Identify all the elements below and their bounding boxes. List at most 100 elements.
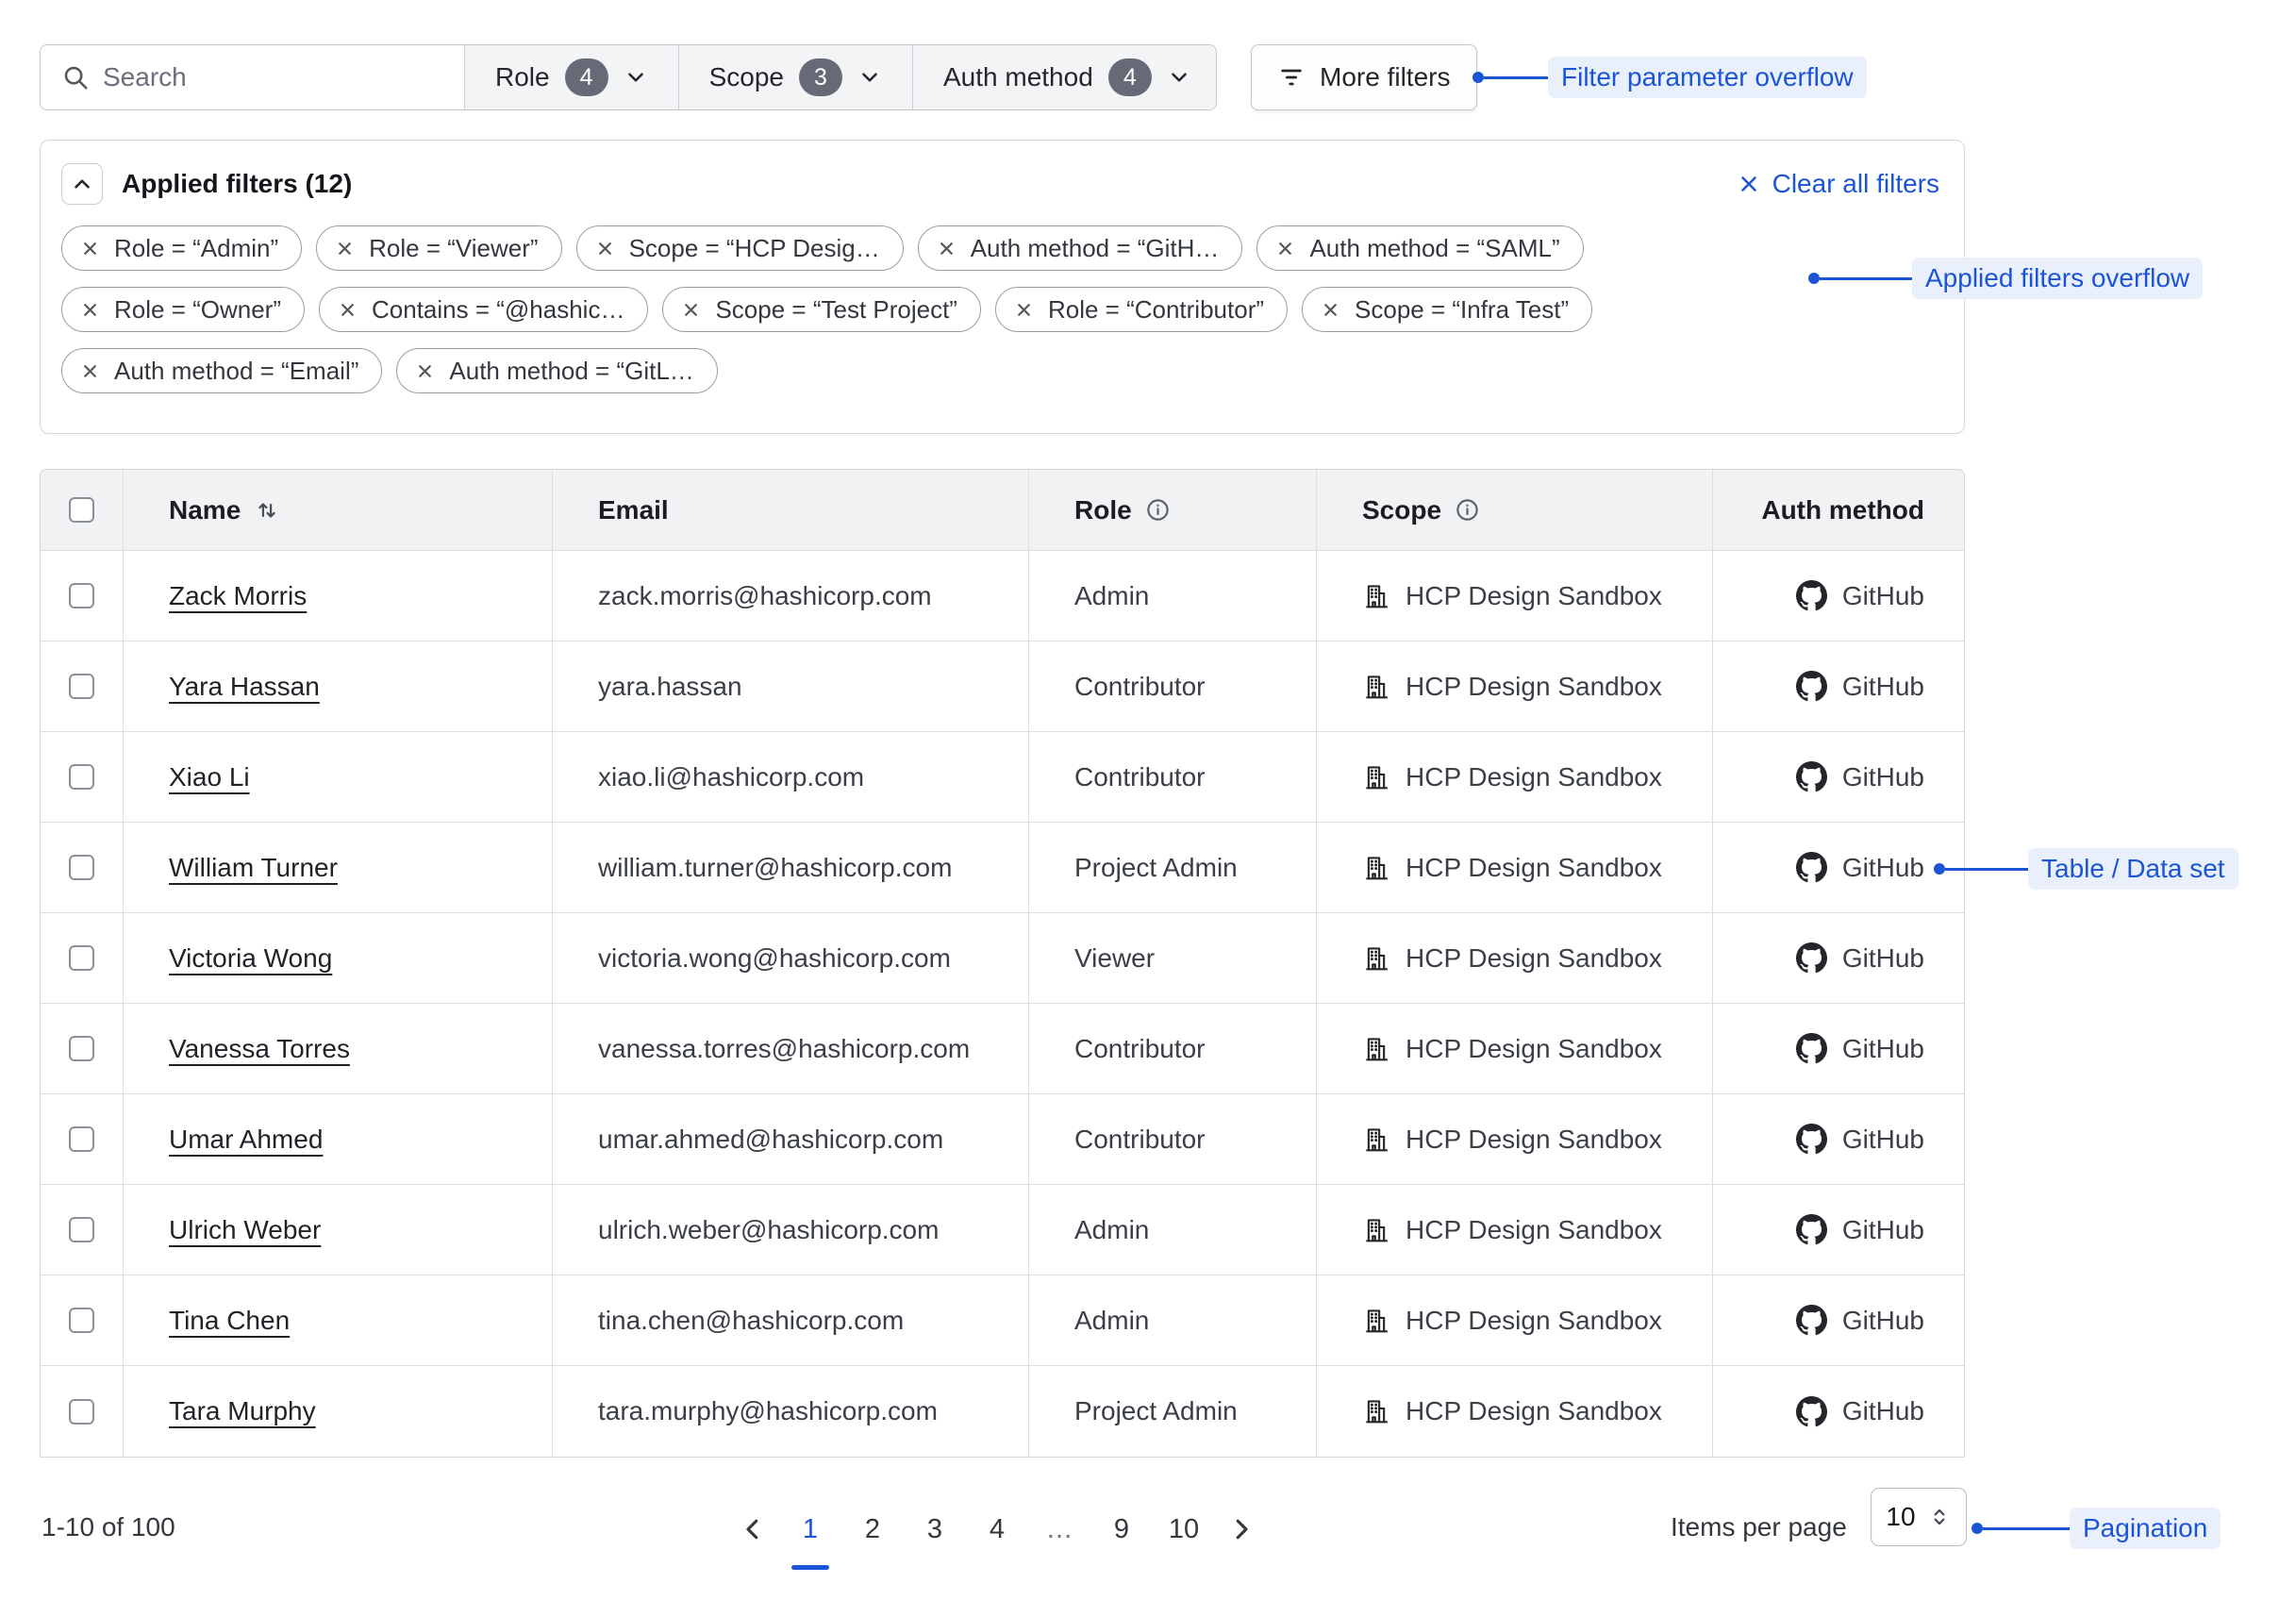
- filter-chip[interactable]: Role = “Viewer”: [316, 225, 561, 271]
- annotation-dot: [1934, 863, 1945, 875]
- page-button[interactable]: 3: [908, 1500, 961, 1558]
- table-row: Xiao Li xiao.li@hashicorp.com Contributo…: [41, 732, 1964, 823]
- filter-chip[interactable]: Scope = “HCP Desig…: [576, 225, 904, 271]
- sort-arrows-icon[interactable]: [254, 497, 280, 524]
- email-cell: victoria.wong@hashicorp.com: [553, 913, 1029, 1004]
- page-button[interactable]: 2: [846, 1500, 899, 1558]
- email-cell: tina.chen@hashicorp.com: [553, 1275, 1029, 1366]
- role-value: Admin: [1074, 581, 1149, 611]
- column-header-role[interactable]: Role: [1029, 470, 1317, 551]
- name-cell: William Turner: [124, 823, 553, 913]
- row-select-cell: [41, 1366, 124, 1457]
- column-header-auth-method[interactable]: Auth method: [1713, 470, 1964, 551]
- annotation-dot: [1972, 1523, 1983, 1534]
- org-building-icon: [1362, 944, 1390, 973]
- close-icon[interactable]: [338, 300, 358, 320]
- user-name-link[interactable]: Yara Hassan: [169, 672, 320, 702]
- filter-chip-label: Scope = “Test Project”: [715, 295, 957, 325]
- chevron-down-icon: [1167, 65, 1191, 90]
- row-checkbox[interactable]: [69, 1217, 94, 1242]
- github-icon: [1796, 1396, 1827, 1427]
- column-header-name[interactable]: Name: [124, 470, 553, 551]
- table-row: Tina Chen tina.chen@hashicorp.com Admin: [41, 1275, 1964, 1366]
- row-checkbox[interactable]: [69, 674, 94, 699]
- row-select-cell: [41, 1275, 124, 1366]
- applied-filters-header: Applied filters (12) Clear all filters: [41, 141, 1964, 205]
- user-name-link[interactable]: Umar Ahmed: [169, 1125, 323, 1155]
- page-button[interactable]: 10: [1157, 1500, 1210, 1558]
- close-icon[interactable]: [80, 239, 100, 258]
- filter-chip[interactable]: Role = “Contributor”: [995, 287, 1288, 332]
- user-name-link[interactable]: Victoria Wong: [169, 943, 332, 974]
- previous-page-button[interactable]: [731, 1500, 774, 1558]
- org-building-icon: [1362, 582, 1390, 610]
- filter-chip[interactable]: Auth method = “Email”: [61, 348, 382, 393]
- filter-chip-label: Auth method = “SAML”: [1309, 234, 1559, 263]
- close-icon[interactable]: [80, 361, 100, 381]
- column-header-scope[interactable]: Scope: [1317, 470, 1713, 551]
- items-per-page-select[interactable]: 10: [1871, 1488, 1967, 1546]
- close-icon[interactable]: [595, 239, 615, 258]
- scope-value: HCP Design Sandbox: [1406, 762, 1662, 792]
- close-icon[interactable]: [1275, 239, 1295, 258]
- row-checkbox[interactable]: [69, 1036, 94, 1061]
- row-checkbox[interactable]: [69, 1308, 94, 1333]
- search-field[interactable]: [41, 45, 464, 109]
- filter-chip-label: Contains = “@hashic…: [372, 295, 624, 325]
- search-input[interactable]: [103, 62, 443, 92]
- filter-chip[interactable]: Role = “Admin”: [61, 225, 302, 271]
- page-button[interactable]: 4: [971, 1500, 1023, 1558]
- close-icon[interactable]: [937, 239, 957, 258]
- select-all-checkbox[interactable]: [69, 497, 94, 523]
- info-icon[interactable]: [1145, 497, 1171, 523]
- close-icon[interactable]: [1014, 300, 1034, 320]
- user-name-link[interactable]: William Turner: [169, 853, 338, 883]
- row-checkbox[interactable]: [69, 855, 94, 880]
- user-name-link[interactable]: Ulrich Weber: [169, 1215, 321, 1245]
- filter-chip[interactable]: Role = “Owner”: [61, 287, 305, 332]
- filter-chip[interactable]: Scope = “Test Project”: [662, 287, 981, 332]
- filter-dropdown[interactable]: Scope 3: [678, 45, 912, 109]
- page-button[interactable]: 9: [1095, 1500, 1148, 1558]
- close-icon[interactable]: [1321, 300, 1340, 320]
- next-page-button[interactable]: [1220, 1500, 1263, 1558]
- clear-all-filters-link[interactable]: Clear all filters: [1737, 169, 1939, 199]
- filter-chip[interactable]: Auth method = “SAML”: [1256, 225, 1583, 271]
- info-icon[interactable]: [1455, 497, 1480, 523]
- close-icon[interactable]: [335, 239, 355, 258]
- annotation-pagination: Pagination: [1972, 1508, 2221, 1549]
- user-name-link[interactable]: Vanessa Torres: [169, 1034, 350, 1064]
- filter-dropdown-label: Auth method: [943, 62, 1093, 92]
- auth-method-value: GitHub: [1842, 1034, 1924, 1064]
- page-button[interactable]: 1: [784, 1500, 837, 1558]
- more-filters-button[interactable]: More filters: [1251, 44, 1477, 110]
- filter-dropdown[interactable]: Role 4: [464, 45, 678, 109]
- github-icon: [1796, 1214, 1827, 1245]
- close-icon[interactable]: [415, 361, 435, 381]
- user-name-link[interactable]: Tina Chen: [169, 1306, 290, 1336]
- user-name-link[interactable]: Xiao Li: [169, 762, 250, 792]
- role-value: Contributor: [1074, 1125, 1206, 1155]
- annotation-label: Pagination: [2070, 1508, 2221, 1549]
- page-number: 3: [927, 1514, 942, 1545]
- column-header-email[interactable]: Email: [553, 470, 1029, 551]
- filter-chip[interactable]: Auth method = “GitL…: [396, 348, 717, 393]
- row-checkbox[interactable]: [69, 583, 94, 608]
- auth-method-cell: GitHub: [1713, 732, 1964, 823]
- filter-chip[interactable]: Scope = “Infra Test”: [1302, 287, 1592, 332]
- filter-chip[interactable]: Contains = “@hashic…: [319, 287, 648, 332]
- row-checkbox[interactable]: [69, 1399, 94, 1425]
- row-checkbox[interactable]: [69, 1126, 94, 1152]
- user-name-link[interactable]: Tara Murphy: [169, 1396, 316, 1426]
- filter-dropdown[interactable]: Auth method 4: [912, 45, 1217, 109]
- close-icon[interactable]: [80, 300, 100, 320]
- close-icon[interactable]: [681, 300, 701, 320]
- auth-method-cell: GitHub: [1713, 823, 1964, 913]
- row-checkbox[interactable]: [69, 764, 94, 790]
- annotation-filter-overflow: Filter parameter overflow: [1472, 57, 1867, 98]
- collapse-button[interactable]: [61, 163, 103, 205]
- clear-all-filters-label: Clear all filters: [1772, 169, 1939, 199]
- user-name-link[interactable]: Zack Morris: [169, 581, 307, 611]
- filter-chip[interactable]: Auth method = “GitH…: [918, 225, 1243, 271]
- row-checkbox[interactable]: [69, 945, 94, 971]
